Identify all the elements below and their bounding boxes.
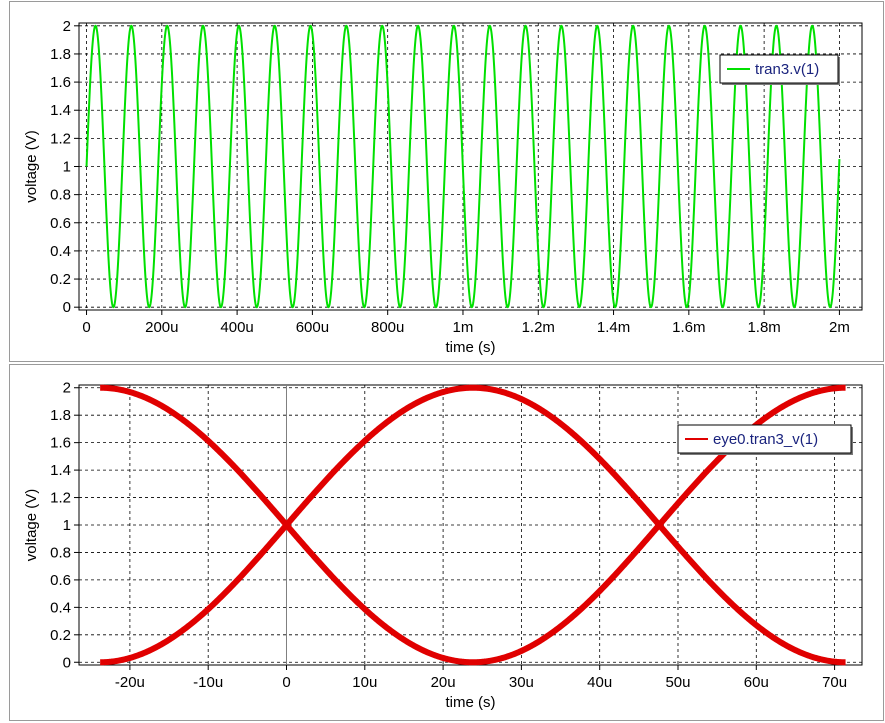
legend: eye0.tran3_v(1) [677, 424, 853, 455]
y-tick-label: 0 [63, 299, 71, 316]
x-tick-label: 0 [282, 674, 290, 691]
y-tick-label: 1.8 [50, 46, 71, 63]
y-axis-title: voltage (V) [23, 130, 40, 203]
legend-label: eye0.tran3_v(1) [713, 431, 818, 448]
y-tick-label: 1.6 [50, 435, 71, 452]
x-tick-label: 2m [829, 319, 850, 336]
y-tick-label: 2 [63, 18, 71, 35]
x-tick-label: 60u [744, 674, 769, 691]
transient-waveform-chart: 0 200u 400u 600u 800u 1m 1.2m 1.4m 1.6m 1.8m 2m 0 0.… [23, 18, 863, 356]
x-tick-label: 1.4m [597, 319, 630, 336]
y-tick-label: 1 [63, 517, 71, 534]
y-tick-label: 0.4 [50, 243, 71, 260]
x-tick-label: -10u [193, 674, 223, 691]
x-tick-label: 0 [82, 319, 90, 336]
y-tick-label: 1.6 [50, 74, 71, 91]
x-axis-title: time (s) [446, 339, 496, 356]
x-tick-label: 400u [220, 319, 253, 336]
x-tick-label: 800u [371, 319, 404, 336]
y-tick-label: 0 [63, 654, 71, 671]
top-plot-panel: 0 200u 400u 600u 800u 1m 1.2m 1.4m 1.6m 1.8m 2m 0 0.… [9, 1, 884, 362]
y-tick-label: 1.4 [50, 102, 71, 119]
y-axis-title: voltage (V) [23, 489, 40, 562]
x-tick-label: 1.8m [747, 319, 780, 336]
x-tick-label: 600u [296, 319, 329, 336]
x-tick-label: 40u [587, 674, 612, 691]
y-tick-label: 0.4 [50, 599, 71, 616]
y-tick-label: 0.2 [50, 271, 71, 288]
y-tick-label: 0.8 [50, 187, 71, 204]
eye-diagram-chart: -20u -10u 0 10u 20u 30u 40u 50u 60u 70u 0 0.2 0.4 0.6… [23, 380, 863, 711]
x-tick-label: 20u [431, 674, 456, 691]
y-tick-label: 0.8 [50, 544, 71, 561]
legend: tran3.v(1) [719, 54, 840, 85]
x-axis-title: time (s) [446, 694, 496, 711]
y-tick-label: 1.2 [50, 490, 71, 507]
y-tick-label: 1.4 [50, 462, 71, 479]
x-tick-label: 30u [509, 674, 534, 691]
y-tick-label: 1.8 [50, 407, 71, 424]
x-tick-label: -20u [115, 674, 145, 691]
y-tick-label: 0.6 [50, 572, 71, 589]
y-tick-label: 1.2 [50, 130, 71, 147]
x-tick-label: 50u [665, 674, 690, 691]
y-tick-label: 2 [63, 380, 71, 397]
x-tick-label: 1.6m [672, 319, 705, 336]
y-tick-label: 0.6 [50, 215, 71, 232]
x-tick-label: 10u [352, 674, 377, 691]
x-tick-label: 200u [145, 319, 178, 336]
bottom-plot-panel: -20u -10u 0 10u 20u 30u 40u 50u 60u 70u 0 0.2 0.4 0.6… [9, 364, 884, 721]
x-tick-label: 70u [822, 674, 847, 691]
legend-label: tran3.v(1) [755, 61, 819, 78]
y-tick-label: 1 [63, 159, 71, 176]
x-tick-label: 1.2m [522, 319, 555, 336]
y-tick-label: 0.2 [50, 627, 71, 644]
x-tick-label: 1m [453, 319, 474, 336]
